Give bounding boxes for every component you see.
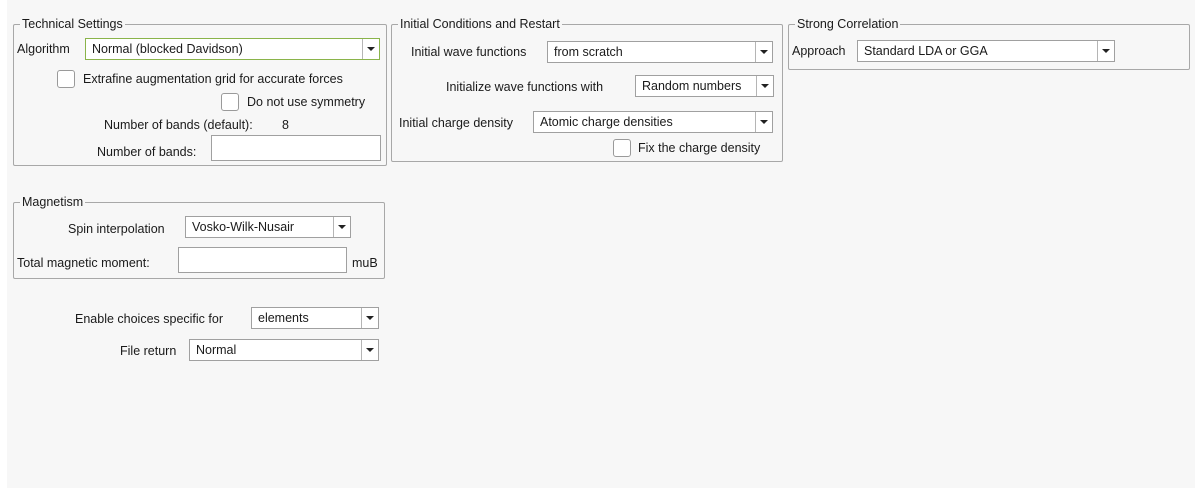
extrafine-label: Extrafine augmentation grid for accurate… <box>83 72 343 86</box>
algorithm-value: Normal (blocked Davidson) <box>92 42 243 56</box>
approach-label: Approach <box>792 44 846 58</box>
technical-settings-group: Technical Settings Algorithm Normal (blo… <box>13 17 387 166</box>
file-return-select[interactable]: Normal <box>189 339 379 361</box>
chevron-down-icon[interactable] <box>756 76 773 96</box>
chevron-down-icon[interactable] <box>333 217 350 237</box>
enable-choices-value: elements <box>258 311 309 325</box>
charge-density-label: Initial charge density <box>399 116 513 130</box>
technical-settings-legend: Technical Settings <box>20 17 125 32</box>
init-with-label: Initialize wave functions with <box>446 80 604 94</box>
initial-conditions-legend: Initial Conditions and Restart <box>398 17 562 32</box>
total-moment-label: Total magnetic moment: <box>17 256 150 270</box>
file-return-value: Normal <box>196 343 237 357</box>
wave-functions-select[interactable]: from scratch <box>547 41 773 63</box>
bands-default-label: Number of bands (default): <box>104 118 253 132</box>
spin-interpolation-value: Vosko-Wilk-Nusair <box>192 220 295 234</box>
chevron-down-icon[interactable] <box>361 340 378 360</box>
algorithm-select[interactable]: Normal (blocked Davidson) <box>85 38 380 60</box>
magnetism-legend: Magnetism <box>20 195 86 210</box>
wave-functions-value: from scratch <box>554 45 623 59</box>
charge-density-select[interactable]: Atomic charge densities <box>533 111 773 133</box>
approach-value: Standard LDA or GGA <box>864 44 988 58</box>
chevron-down-icon[interactable] <box>755 112 772 132</box>
moment-unit-label: muB <box>352 256 378 270</box>
chevron-down-icon[interactable] <box>362 39 379 59</box>
bands-default-value: 8 <box>282 118 289 132</box>
chevron-down-icon[interactable] <box>755 42 772 62</box>
chevron-down-icon[interactable] <box>361 308 378 328</box>
fix-charge-checkbox[interactable] <box>613 139 631 157</box>
bands-label: Number of bands: <box>97 145 197 159</box>
file-return-label: File return <box>120 344 177 358</box>
charge-density-value: Atomic charge densities <box>540 115 673 129</box>
approach-select[interactable]: Standard LDA or GGA <box>857 40 1115 62</box>
extrafine-checkbox[interactable] <box>57 70 75 88</box>
init-with-select[interactable]: Random numbers <box>635 75 774 97</box>
bands-input[interactable] <box>211 135 381 161</box>
spin-interpolation-select[interactable]: Vosko-Wilk-Nusair <box>185 216 351 238</box>
total-moment-input[interactable] <box>178 247 347 273</box>
init-with-value: Random numbers <box>642 79 742 93</box>
initial-conditions-group: Initial Conditions and Restart Initial w… <box>391 17 783 162</box>
nosym-checkbox[interactable] <box>221 93 239 111</box>
algorithm-label: Algorithm <box>17 42 70 56</box>
fix-charge-label: Fix the charge density <box>638 141 761 155</box>
strong-correlation-group: Strong Correlation Approach Standard LDA… <box>788 17 1190 70</box>
spin-interpolation-label: Spin interpolation <box>68 222 165 236</box>
settings-panel: Technical Settings Algorithm Normal (blo… <box>7 0 1195 488</box>
enable-choices-label: Enable choices specific for <box>75 312 223 326</box>
chevron-down-icon[interactable] <box>1097 41 1114 61</box>
nosym-label: Do not use symmetry <box>247 95 366 109</box>
wave-functions-label: Initial wave functions <box>411 45 527 59</box>
strong-correlation-legend: Strong Correlation <box>795 17 901 32</box>
magnetism-group: Magnetism Spin interpolation Vosko-Wilk-… <box>13 195 385 279</box>
enable-choices-select[interactable]: elements <box>251 307 379 329</box>
